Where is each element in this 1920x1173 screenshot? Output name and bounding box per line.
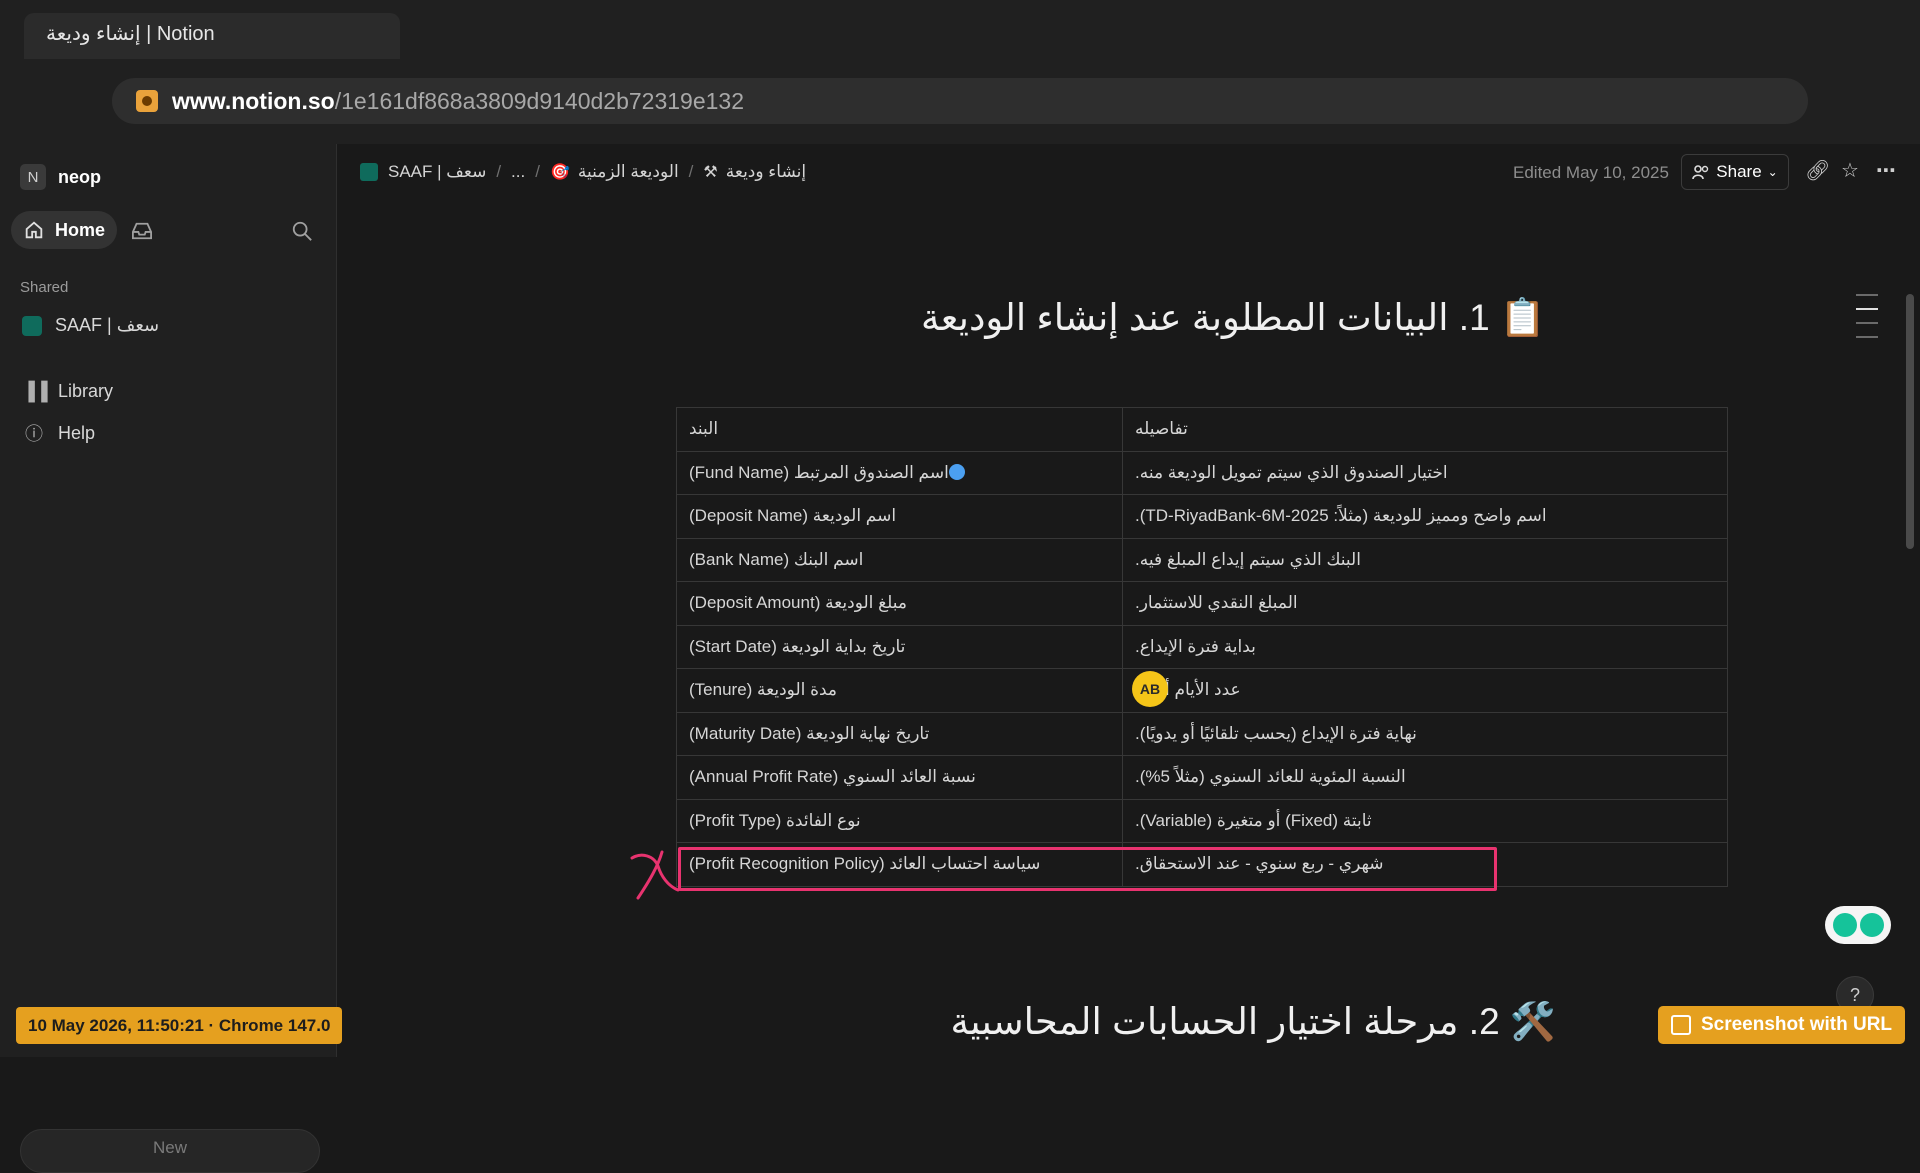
screenshot-label: Screenshot with URL — [1700, 1014, 1893, 1035]
table-cell[interactable]: اسم الصندوق المرتبط (Fund Name) — [676, 450, 1123, 495]
saaf-logo-icon — [360, 163, 378, 181]
table-cell[interactable]: شهري - ربع سنوي - عند الاستحقاق. — [1122, 842, 1728, 887]
breadcrumb-separator: / — [688, 162, 694, 181]
more-icon[interactable]: ⋯ — [1876, 158, 1896, 183]
url-path: /1e161df868a3809d9140d2b72319e132 — [334, 87, 745, 114]
page-outline[interactable] — [1856, 294, 1878, 350]
breadcrumb-current[interactable]: إنشاء وديعة — [726, 162, 806, 182]
table-row: مبلغ الوديعة (Deposit Amount) المبلغ الن… — [676, 581, 1728, 626]
sidebar: N neop Home Shared SAAF | سعف ▐▐ Library… — [0, 144, 337, 1173]
help-circle-icon: ⓘ — [25, 424, 43, 444]
table-cell[interactable]: اختيار الصندوق الذي سيتم تمويل الوديعة م… — [1122, 450, 1728, 495]
table-cell[interactable]: مدة الوديعة (Tenure) — [676, 668, 1123, 713]
table-row: مدة الوديعة (Tenure) عدد الأيام أو ال — [676, 668, 1728, 713]
table-row: نسبة العائد السنوي (Annual Profit Rate) … — [676, 755, 1728, 800]
link-icon[interactable]: 🔗︎ — [1805, 158, 1830, 183]
camera-icon — [1670, 1015, 1691, 1035]
cell-text: اسم الصندوق المرتبط (Fund Name) — [689, 462, 949, 482]
heading-accounts-selection: 🛠️ 2. مرحلة اختيار الحسابات المحاسبية — [950, 1001, 1556, 1042]
saaf-logo-icon — [22, 315, 42, 336]
table-cell[interactable]: اسم البنك (Bank Name) — [676, 537, 1123, 582]
home-icon — [25, 221, 43, 239]
avatar[interactable]: AB — [1132, 671, 1168, 707]
table-cell[interactable]: المبلغ النقدي للاستثمار. — [1122, 581, 1728, 626]
target-emoji-icon: 🎯 — [549, 164, 570, 181]
browser-tab[interactable]: إنشاء وديعة | Notion — [24, 13, 400, 59]
table-row: تاريخ بداية الوديعة (Start Date) بداية ف… — [676, 624, 1728, 669]
table-cell[interactable]: مبلغ الوديعة (Deposit Amount) — [676, 581, 1123, 626]
table-row: تاريخ نهاية الوديعة (Maturity Date) نهاي… — [676, 711, 1728, 756]
blue-circle-icon — [948, 463, 965, 480]
table-cell[interactable]: تاريخ نهاية الوديعة (Maturity Date) — [676, 711, 1123, 756]
table-cell[interactable]: سياسة احتساب العائد (Profit Recognition … — [676, 842, 1123, 887]
timestamp-overlay: 10 May 2026, 11:50:21 · Chrome 147.0 — [16, 1007, 343, 1044]
table-cell[interactable]: البنك الذي سيتم إيداع المبلغ فيه. — [1122, 537, 1728, 582]
table-cell[interactable]: نوع الفائدة (Profit Type) — [676, 798, 1123, 843]
url-host: www.notion.so — [172, 87, 335, 114]
table-row: سياسة احتساب العائد (Profit Recognition … — [676, 842, 1728, 887]
share-button[interactable]: Share ⌄ — [1681, 154, 1789, 190]
table-cell[interactable]: نهاية فترة الإيداع (يحسب تلقائيًا أو يدو… — [1122, 711, 1728, 756]
address-bar[interactable]: www.notion.so/1e161df868a3809d9140d2b723… — [112, 78, 1808, 124]
breadcrumb-root[interactable]: SAAF | سعف — [388, 162, 486, 182]
table-cell[interactable]: بداية فترة الإيداع. — [1122, 624, 1728, 669]
table-header-cell[interactable]: تفاصيله — [1122, 407, 1728, 452]
table-row: اسم البنك (Bank Name) البنك الذي سيتم إي… — [676, 537, 1728, 582]
grammarly-bulb-icon — [1832, 913, 1857, 937]
table-cell[interactable]: نسبة العائد السنوي (Annual Profit Rate) — [676, 755, 1123, 800]
workspace-name: neop — [58, 166, 101, 187]
table-cell[interactable]: النسبة المئوية للعائد السنوي (مثلاً 5%). — [1122, 755, 1728, 800]
sidebar-item-label: SAAF | سعف — [55, 315, 160, 335]
table-cell[interactable]: ثابتة (Fixed) أو متغيرة (Variable). — [1122, 798, 1728, 843]
table-header-cell[interactable]: البند — [676, 407, 1123, 452]
home-label: Home — [55, 219, 106, 240]
scrollbar[interactable] — [1906, 294, 1914, 549]
page-topbar: SAAF | سعف / ... / 🎯 الوديعة الزمنية / ⚒… — [338, 144, 1920, 202]
grammarly-logo-icon — [1859, 913, 1884, 937]
share-label: Share — [1716, 162, 1762, 181]
breadcrumb: SAAF | سعف / ... / 🎯 الوديعة الزمنية / ⚒… — [360, 162, 806, 182]
people-icon — [1692, 165, 1709, 180]
new-page-label: New — [152, 1138, 187, 1157]
browser-chrome: إنشاء وديعة | Notion www.notion.so/1e161… — [0, 0, 1920, 144]
sidebar-item-library[interactable]: ▐▐ Library — [22, 381, 113, 402]
sidebar-item-label: Help — [58, 422, 96, 443]
sidebar-item-help[interactable]: ⓘ Help — [22, 420, 95, 446]
table-cell[interactable]: اسم واضح ومميز للوديعة (مثلاً: TD-RiyadB… — [1122, 494, 1728, 539]
workspace-switcher[interactable]: N neop — [20, 164, 101, 190]
workspace-badge: N — [20, 164, 46, 190]
edited-timestamp[interactable]: Edited May 10, 2025 — [1513, 163, 1669, 183]
site-icon — [136, 90, 158, 112]
star-icon[interactable]: ☆ — [1841, 158, 1859, 183]
tab-title: إنشاء وديعة | Notion — [46, 23, 215, 45]
new-page-button[interactable]: New — [20, 1129, 320, 1173]
table-cell[interactable]: عدد الأيام أو ال — [1122, 668, 1728, 713]
breadcrumb-ellipsis[interactable]: ... — [511, 162, 525, 182]
sidebar-item-label: Library — [58, 381, 114, 401]
hand-drawn-mark-icon — [630, 850, 680, 900]
sidebar-item-home[interactable]: Home — [11, 211, 117, 249]
inbox-icon[interactable] — [131, 221, 153, 241]
breadcrumb-parent[interactable]: الوديعة الزمنية — [578, 162, 679, 182]
search-icon[interactable] — [291, 220, 313, 242]
chevron-down-icon: ⌄ — [1767, 165, 1778, 179]
heading-data-required: 📋 1. البيانات المطلوبة عند إنشاء الوديعة — [920, 297, 1546, 338]
shared-section-label: Shared — [20, 279, 69, 296]
breadcrumb-separator: / — [535, 162, 540, 181]
table-cell[interactable]: اسم الوديعة (Deposit Name) — [676, 494, 1123, 539]
table-header-row: البند تفاصيله — [676, 407, 1728, 452]
table-row: اسم الصندوق المرتبط (Fund Name) اختيار ا… — [676, 450, 1728, 495]
sidebar-item-saaf[interactable]: SAAF | سعف — [22, 315, 159, 336]
library-icon: ▐▐ — [22, 381, 48, 401]
breadcrumb-separator: / — [496, 162, 502, 181]
table-cell[interactable]: تاريخ بداية الوديعة (Start Date) — [676, 624, 1123, 669]
grammarly-widget[interactable] — [1825, 906, 1891, 944]
table-row: اسم الوديعة (Deposit Name) اسم واضح وممي… — [676, 494, 1728, 539]
table-row: نوع الفائدة (Profit Type) ثابتة (Fixed) … — [676, 798, 1728, 843]
deposit-fields-table: البند تفاصيله اسم الصندوق المرتبط (Fund … — [676, 407, 1728, 887]
tools-emoji-icon: ⚒ — [703, 164, 718, 181]
screenshot-with-url-button[interactable]: Screenshot with URL — [1658, 1006, 1905, 1044]
